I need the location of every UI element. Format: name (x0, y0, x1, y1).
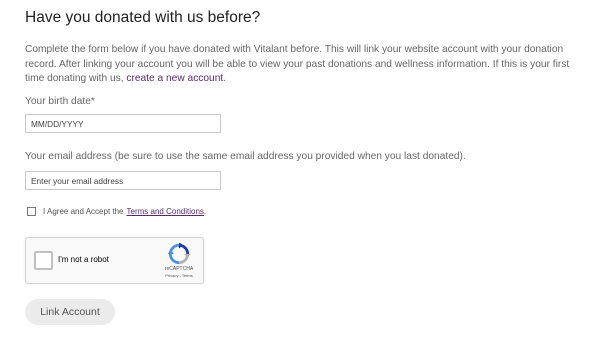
terms-link[interactable]: Terms and Conditions (127, 207, 204, 216)
terms-checkbox[interactable] (27, 206, 36, 216)
intro-text: Complete the form below if you have dona… (25, 44, 570, 84)
terms-text: I Agree and Accept the (43, 206, 124, 216)
terms-agreement: I Agree and Accept the Terms and Conditi… (25, 205, 206, 217)
page-title: Have you donated with us before? (25, 9, 261, 26)
recaptcha-label: I'm not a robot (58, 255, 109, 264)
recaptcha-logo-icon (168, 243, 190, 265)
intro-paragraph: Complete the form below if you have dona… (25, 43, 585, 87)
recaptcha-widget: I'm not a robot reCAPTCHA Privacy - Term… (25, 237, 204, 284)
recaptcha-checkbox[interactable] (34, 251, 53, 270)
email-input[interactable] (25, 171, 221, 190)
birth-date-input[interactable] (25, 114, 221, 133)
intro-end: . (223, 73, 227, 84)
create-account-link[interactable]: create a new account (126, 73, 223, 84)
recaptcha-brand: reCAPTCHA (164, 266, 194, 272)
email-label: Your email address (be sure to use the s… (25, 151, 466, 162)
recaptcha-privacy-terms[interactable]: Privacy - Terms (160, 273, 198, 278)
birth-date-label: Your birth date* (25, 96, 95, 107)
terms-period: . (203, 206, 207, 216)
link-account-button[interactable]: Link Account (25, 299, 115, 325)
